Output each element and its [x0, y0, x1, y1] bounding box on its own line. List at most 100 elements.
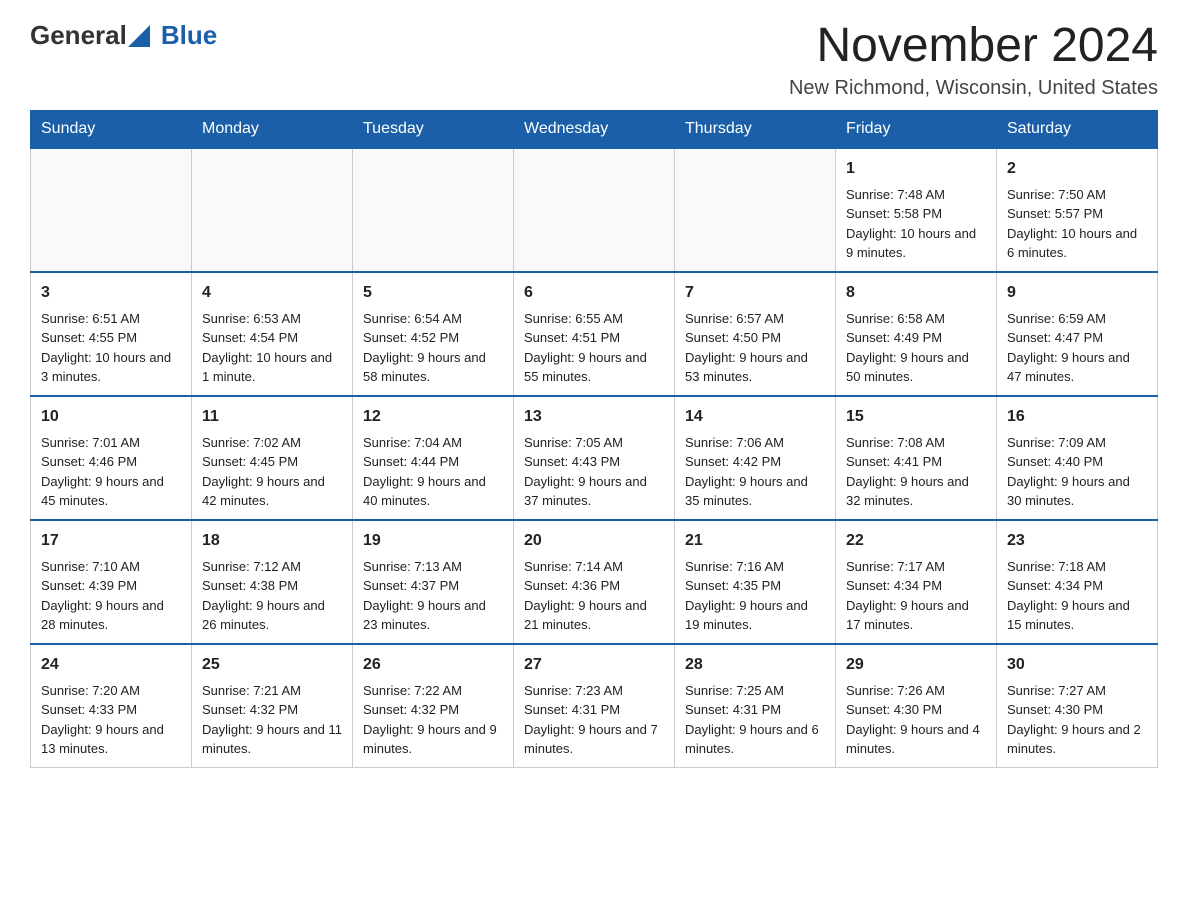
sunset-text: Sunset: 4:36 PM — [524, 576, 664, 596]
daylight-text: Daylight: 9 hours and 53 minutes. — [685, 348, 825, 387]
month-title: November 2024 — [789, 20, 1158, 73]
calendar-week-row: 3Sunrise: 6:51 AMSunset: 4:55 PMDaylight… — [31, 272, 1158, 396]
calendar-cell: 3Sunrise: 6:51 AMSunset: 4:55 PMDaylight… — [31, 272, 192, 396]
sunrise-text: Sunrise: 7:09 AM — [1007, 433, 1147, 453]
sunset-text: Sunset: 4:30 PM — [1007, 700, 1147, 720]
calendar-week-row: 17Sunrise: 7:10 AMSunset: 4:39 PMDayligh… — [31, 520, 1158, 644]
sunset-text: Sunset: 4:51 PM — [524, 328, 664, 348]
day-number: 24 — [41, 653, 181, 677]
sunrise-text: Sunrise: 6:59 AM — [1007, 309, 1147, 329]
day-number: 16 — [1007, 405, 1147, 429]
day-number: 22 — [846, 529, 986, 553]
sunset-text: Sunset: 5:57 PM — [1007, 204, 1147, 224]
sunset-text: Sunset: 5:58 PM — [846, 204, 986, 224]
sunrise-text: Sunrise: 7:20 AM — [41, 681, 181, 701]
sunset-text: Sunset: 4:32 PM — [202, 700, 342, 720]
daylight-text: Daylight: 9 hours and 26 minutes. — [202, 596, 342, 635]
daylight-text: Daylight: 9 hours and 28 minutes. — [41, 596, 181, 635]
daylight-text: Daylight: 9 hours and 35 minutes. — [685, 472, 825, 511]
calendar-week-row: 10Sunrise: 7:01 AMSunset: 4:46 PMDayligh… — [31, 396, 1158, 520]
calendar-cell: 25Sunrise: 7:21 AMSunset: 4:32 PMDayligh… — [192, 644, 353, 768]
calendar-cell: 8Sunrise: 6:58 AMSunset: 4:49 PMDaylight… — [836, 272, 997, 396]
daylight-text: Daylight: 9 hours and 40 minutes. — [363, 472, 503, 511]
daylight-text: Daylight: 9 hours and 55 minutes. — [524, 348, 664, 387]
sunset-text: Sunset: 4:31 PM — [685, 700, 825, 720]
day-number: 15 — [846, 405, 986, 429]
daylight-text: Daylight: 10 hours and 1 minute. — [202, 348, 342, 387]
sunset-text: Sunset: 4:42 PM — [685, 452, 825, 472]
calendar-cell — [31, 148, 192, 272]
daylight-text: Daylight: 9 hours and 32 minutes. — [846, 472, 986, 511]
calendar-table: SundayMondayTuesdayWednesdayThursdayFrid… — [30, 110, 1158, 768]
calendar-cell: 28Sunrise: 7:25 AMSunset: 4:31 PMDayligh… — [675, 644, 836, 768]
day-number: 8 — [846, 281, 986, 305]
sunrise-text: Sunrise: 7:04 AM — [363, 433, 503, 453]
calendar-cell: 19Sunrise: 7:13 AMSunset: 4:37 PMDayligh… — [353, 520, 514, 644]
calendar-week-row: 1 Sunrise: 7:48 AMSunset: 5:58 PM Daylight… — [31, 148, 1158, 272]
daylight-text: Daylight: 9 hours and 11 minutes. — [202, 720, 342, 759]
sunrise-text: Sunrise: 6:55 AM — [524, 309, 664, 329]
daylight-text: Daylight: 9 hours and 13 minutes. — [41, 720, 181, 759]
calendar-cell: 26Sunrise: 7:22 AMSunset: 4:32 PMDayligh… — [353, 644, 514, 768]
calendar-cell: 7Sunrise: 6:57 AMSunset: 4:50 PMDaylight… — [675, 272, 836, 396]
sunrise-text: Sunrise: 7:17 AM — [846, 557, 986, 577]
sunset-text: Sunset: 4:44 PM — [363, 452, 503, 472]
daylight-text: Daylight: 9 hours and 37 minutes. — [524, 472, 664, 511]
sunset-text: Sunset: 4:40 PM — [1007, 452, 1147, 472]
day-number: 3 — [41, 281, 181, 305]
sunset-text: Sunset: 4:33 PM — [41, 700, 181, 720]
sunrise-text: Sunrise: 7:10 AM — [41, 557, 181, 577]
sunset-text: Sunset: 4:41 PM — [846, 452, 986, 472]
calendar-cell: 11Sunrise: 7:02 AMSunset: 4:45 PMDayligh… — [192, 396, 353, 520]
logo-blue-text: Blue — [161, 20, 217, 51]
sunset-text: Sunset: 4:31 PM — [524, 700, 664, 720]
day-number: 29 — [846, 653, 986, 677]
day-number: 9 — [1007, 281, 1147, 305]
calendar-cell: 29Sunrise: 7:26 AMSunset: 4:30 PMDayligh… — [836, 644, 997, 768]
daylight-text: Daylight: 9 hours and 2 minutes. — [1007, 720, 1147, 759]
calendar-cell: 18Sunrise: 7:12 AMSunset: 4:38 PMDayligh… — [192, 520, 353, 644]
calendar-cell — [675, 148, 836, 272]
calendar-week-row: 24Sunrise: 7:20 AMSunset: 4:33 PMDayligh… — [31, 644, 1158, 768]
sunset-text: Sunset: 4:34 PM — [1007, 576, 1147, 596]
calendar-cell: 14Sunrise: 7:06 AMSunset: 4:42 PMDayligh… — [675, 396, 836, 520]
day-number: 7 — [685, 281, 825, 305]
calendar-cell: 5Sunrise: 6:54 AMSunset: 4:52 PMDaylight… — [353, 272, 514, 396]
day-number: 5 — [363, 281, 503, 305]
sunrise-text: Sunrise: 7:50 AM — [1007, 185, 1147, 205]
daylight-text: Daylight: 9 hours and 50 minutes. — [846, 348, 986, 387]
sunset-text: Sunset: 4:55 PM — [41, 328, 181, 348]
calendar-cell: 17Sunrise: 7:10 AMSunset: 4:39 PMDayligh… — [31, 520, 192, 644]
day-number: 13 — [524, 405, 664, 429]
sunrise-text: Sunrise: 6:58 AM — [846, 309, 986, 329]
sunrise-text: Sunrise: 7:06 AM — [685, 433, 825, 453]
calendar-cell: 10Sunrise: 7:01 AMSunset: 4:46 PMDayligh… — [31, 396, 192, 520]
sunrise-text: Sunrise: 7:16 AM — [685, 557, 825, 577]
sunrise-text: Sunrise: 7:48 AM — [846, 185, 986, 205]
day-number: 10 — [41, 405, 181, 429]
day-number: 20 — [524, 529, 664, 553]
day-number: 23 — [1007, 529, 1147, 553]
day-number: 27 — [524, 653, 664, 677]
sunset-text: Sunset: 4:38 PM — [202, 576, 342, 596]
calendar-cell: 2Sunrise: 7:50 AMSunset: 5:57 PMDaylight… — [997, 148, 1158, 272]
sunset-text: Sunset: 4:34 PM — [846, 576, 986, 596]
day-number: 1 — [846, 157, 986, 181]
day-of-week-header: Saturday — [997, 110, 1158, 149]
daylight-text: Daylight: 9 hours and 9 minutes. — [363, 720, 503, 759]
day-number: 4 — [202, 281, 342, 305]
calendar-header-row: SundayMondayTuesdayWednesdayThursdayFrid… — [31, 110, 1158, 149]
day-number: 12 — [363, 405, 503, 429]
daylight-text: Daylight: 9 hours and 58 minutes. — [363, 348, 503, 387]
calendar-cell — [192, 148, 353, 272]
sunset-text: Sunset: 4:47 PM — [1007, 328, 1147, 348]
daylight-text: Daylight: 10 hours and 6 minutes. — [1007, 224, 1147, 263]
calendar-cell: 9Sunrise: 6:59 AMSunset: 4:47 PMDaylight… — [997, 272, 1158, 396]
logo: General Blue — [30, 20, 217, 51]
calendar-cell — [353, 148, 514, 272]
day-number: 30 — [1007, 653, 1147, 677]
daylight-text: Daylight: 9 hours and 15 minutes. — [1007, 596, 1147, 635]
calendar-cell — [514, 148, 675, 272]
day-of-week-header: Friday — [836, 110, 997, 149]
calendar-cell: 21Sunrise: 7:16 AMSunset: 4:35 PMDayligh… — [675, 520, 836, 644]
